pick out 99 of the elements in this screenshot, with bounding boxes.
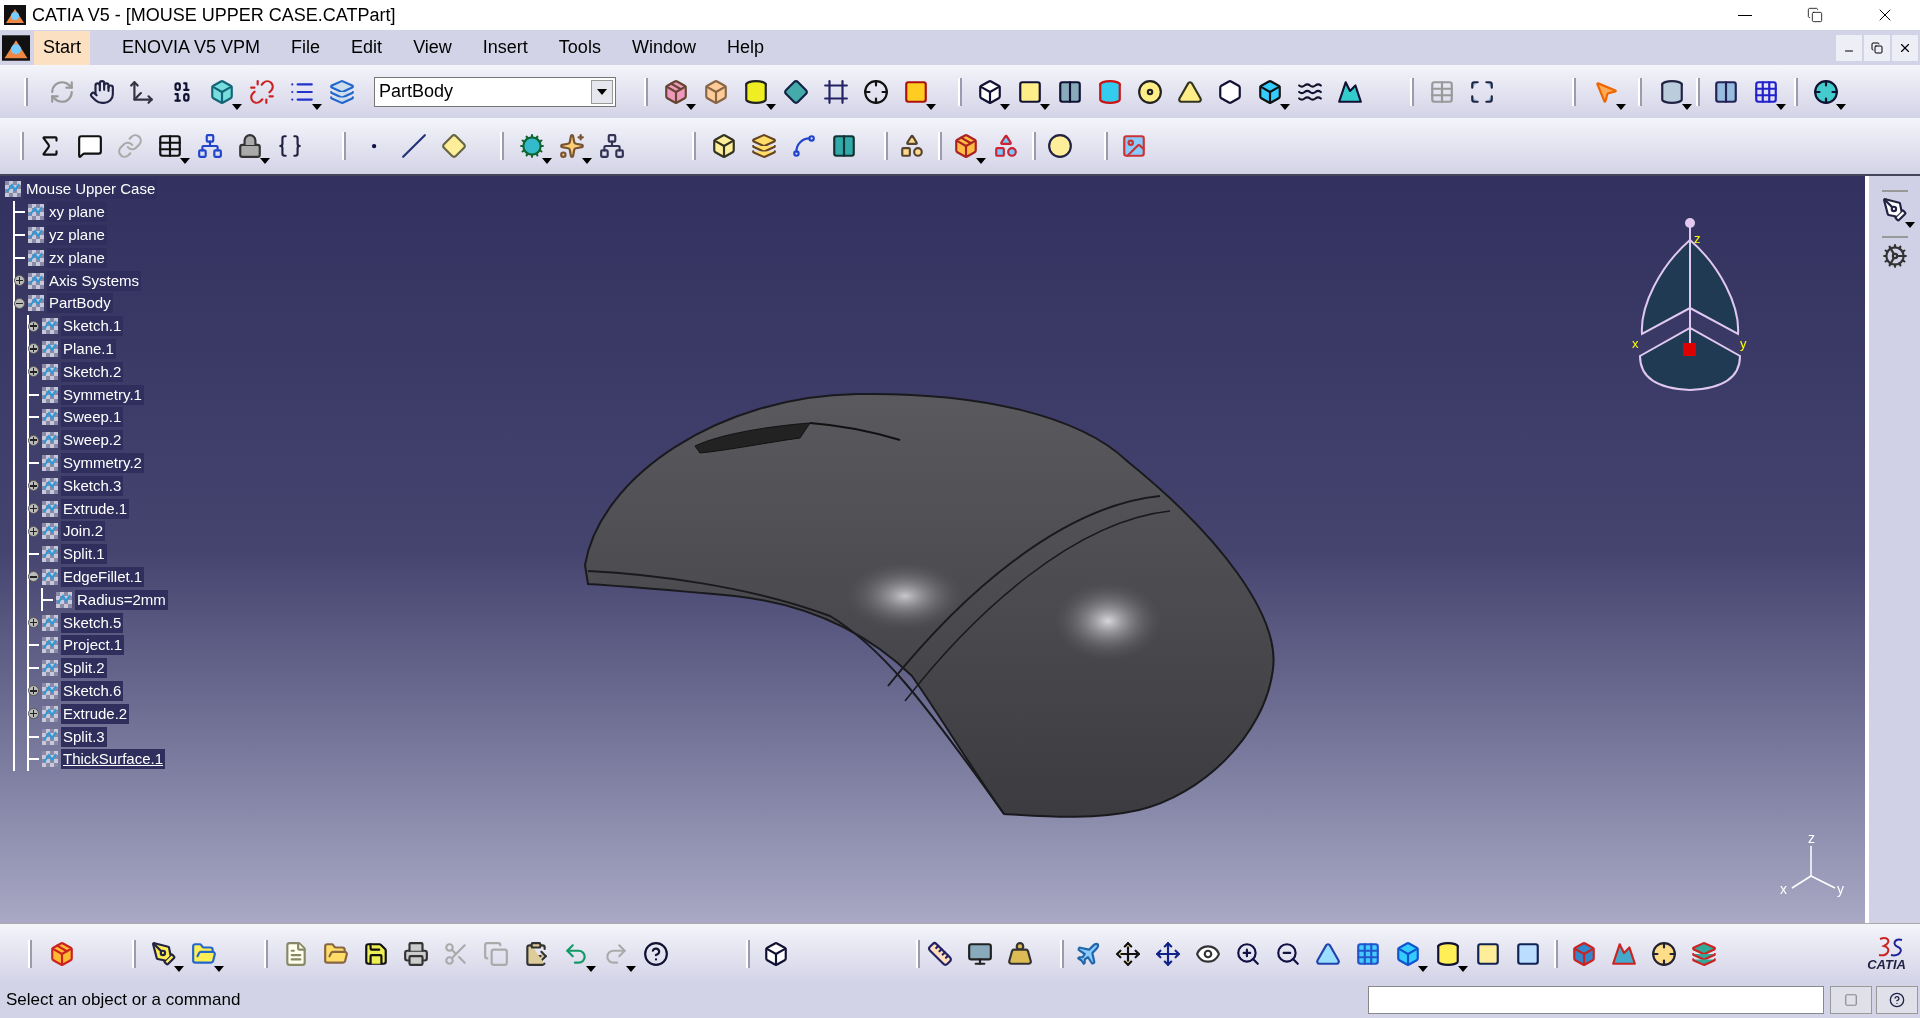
axis-label: z	[1694, 231, 1701, 246]
tree-item-label[interactable]: Sketch.5	[61, 612, 124, 633]
restore-icon	[1807, 7, 1823, 23]
info-button[interactable]	[1876, 985, 1918, 1014]
status-message: Select an object or a command	[6, 988, 241, 1011]
tree-item-label[interactable]: zx plane	[47, 247, 107, 268]
body-selector-dropdown[interactable]: PartBody	[374, 76, 616, 107]
tree-item-label[interactable]: Split.1	[61, 544, 107, 565]
axis-label: y	[1740, 336, 1747, 351]
tree-node-icon	[41, 408, 59, 427]
tree-item-label[interactable]: Split.2	[61, 658, 107, 679]
tree-node-icon	[27, 294, 45, 313]
compass-drawing[interactable]	[1639, 218, 1741, 391]
tree-item-label[interactable]: Sweep.2	[61, 430, 124, 451]
axis-label: z	[1808, 830, 1815, 846]
tree-item-label[interactable]: Extrude.2	[61, 703, 130, 724]
menu-item[interactable]: Edit	[339, 30, 395, 65]
tree-node-icon	[55, 590, 73, 609]
tree-item-label[interactable]: PartBody	[47, 293, 113, 314]
expand-icon[interactable]	[28, 503, 39, 515]
expand-icon[interactable]	[28, 320, 39, 332]
tree-node-icon	[41, 681, 59, 700]
command-input-field[interactable]	[1368, 985, 1824, 1014]
tree-item-label[interactable]: Axis Systems	[47, 270, 141, 291]
tree-item-label[interactable]: Mouse Upper Case	[24, 179, 158, 200]
restore-button[interactable]	[1864, 34, 1890, 61]
axis-label: y	[1837, 881, 1844, 897]
3d-viewport[interactable]	[0, 176, 1865, 923]
tree-node-icon	[41, 704, 59, 723]
menu-item[interactable]: File	[279, 30, 333, 65]
expand-icon[interactable]	[28, 480, 39, 492]
menu-item[interactable]: Insert	[470, 30, 540, 65]
minimize-icon	[1738, 14, 1752, 16]
expand-icon[interactable]	[28, 434, 39, 446]
tree-node-icon	[41, 317, 59, 336]
logo-text: CATIA	[1867, 958, 1906, 971]
tree-node-icon	[41, 613, 59, 632]
tree-item-label[interactable]: Symmetry.2	[61, 452, 144, 473]
expand-icon[interactable]	[28, 617, 39, 629]
close-button[interactable]	[1892, 34, 1918, 61]
axis-label: x	[1780, 881, 1787, 897]
tree-item-label[interactable]: Join.2	[61, 521, 106, 542]
menu-item[interactable]: Window	[619, 30, 708, 65]
tree-node-icon	[41, 636, 59, 655]
tree-item-label[interactable]: Sketch.1	[61, 316, 124, 337]
menu-item[interactable]: Tools	[546, 30, 613, 65]
square-icon	[1844, 992, 1858, 1007]
menu-item[interactable]: ENOVIA V5 VPM	[110, 30, 273, 65]
app-icon	[2, 34, 30, 61]
expand-icon[interactable]	[28, 685, 39, 697]
tree-node-icon	[27, 203, 45, 222]
tree-node-icon	[41, 362, 59, 381]
menu-item[interactable]: Help	[714, 30, 776, 65]
tree-node-icon	[27, 248, 45, 267]
tree-item-label[interactable]: Sketch.6	[61, 680, 124, 701]
tree-node-icon	[41, 750, 59, 769]
tree-node-icon	[41, 453, 59, 472]
tree-item-label[interactable]: xy plane	[47, 202, 107, 223]
tree-item-label[interactable]: Project.1	[61, 635, 125, 656]
tree-node-icon	[41, 476, 59, 495]
collapse-icon[interactable]	[14, 297, 25, 309]
menu-item[interactable]: View	[401, 30, 464, 65]
expand-icon[interactable]	[28, 366, 39, 378]
tree-item-label[interactable]: Symmetry.1	[61, 384, 144, 405]
tree-item-label[interactable]: EdgeFillet.1	[61, 566, 145, 587]
tree-node-icon	[41, 385, 59, 404]
window-title: CATIA V5 - [MOUSE UPPER CASE.CATPart]	[32, 3, 396, 27]
tree-item-label[interactable]: ThickSurface.1	[61, 749, 166, 770]
tree-node-icon	[41, 545, 59, 564]
tree-node-icon	[27, 271, 45, 290]
tree-item-label[interactable]: Radius=2mm	[75, 589, 168, 610]
tree-node-icon	[41, 499, 59, 518]
minimize-button[interactable]	[1836, 34, 1862, 61]
tree-node-icon	[27, 226, 45, 244]
tree-node-icon	[41, 659, 59, 678]
app-icon	[4, 5, 26, 25]
tree-node-icon	[41, 522, 59, 541]
axis-label: x	[1632, 336, 1639, 351]
tree-node-icon	[41, 339, 59, 358]
tree-item-label[interactable]: Extrude.1	[61, 498, 130, 519]
expand-icon[interactable]	[28, 343, 39, 355]
tree-node-icon	[41, 567, 59, 586]
tree-item-label[interactable]: Split.3	[61, 726, 107, 747]
expand-icon[interactable]	[28, 525, 39, 537]
tree-node-icon	[41, 727, 59, 746]
tree-node-icon	[4, 180, 22, 199]
restore-icon	[1871, 41, 1883, 54]
help-icon	[1889, 991, 1905, 1008]
collapse-icon[interactable]	[28, 571, 39, 583]
tree-item-label[interactable]: Sketch.2	[61, 361, 124, 382]
tree-node-icon	[41, 431, 59, 450]
tree-item-label[interactable]: Sketch.3	[61, 475, 124, 496]
tree-item-label[interactable]: yz plane	[47, 225, 107, 245]
tree-item-label[interactable]: Sweep.1	[61, 407, 124, 428]
menu-item[interactable]: Start	[34, 30, 90, 65]
expand-icon[interactable]	[28, 708, 39, 720]
axis-triad-drawing	[1791, 845, 1836, 889]
tree-item-label[interactable]: Plane.1	[61, 338, 116, 359]
expand-icon[interactable]	[14, 275, 25, 287]
